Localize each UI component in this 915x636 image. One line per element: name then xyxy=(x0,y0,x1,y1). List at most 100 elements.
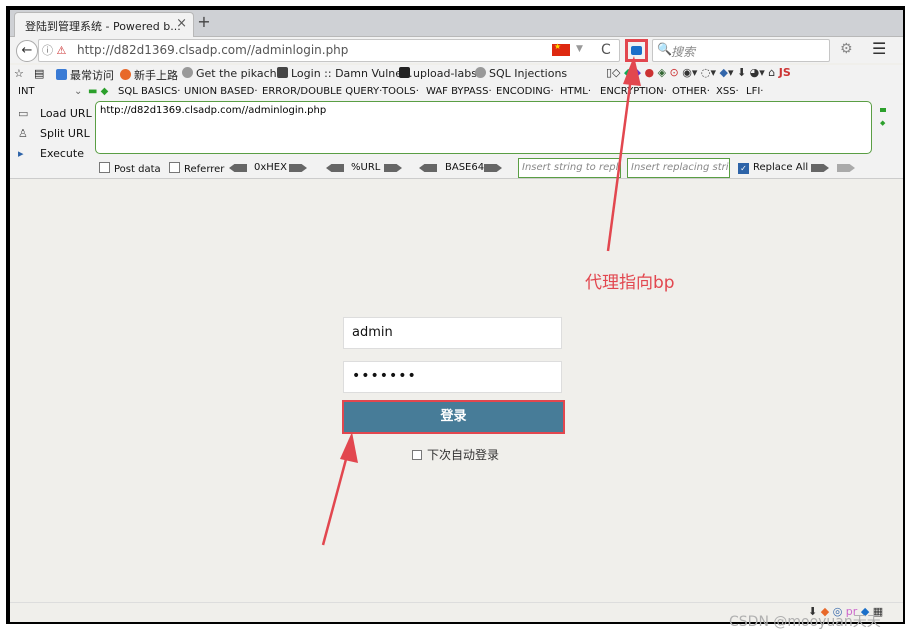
close-tab-icon[interactable]: × xyxy=(176,16,187,31)
reading-list-icon[interactable]: ▤ xyxy=(34,67,44,80)
hamburger-menu-icon[interactable]: ☰ xyxy=(872,39,886,58)
bookmark-favicon-icon xyxy=(56,69,67,80)
menu-encryption[interactable]: ENCRYPTION· xyxy=(600,86,667,97)
new-tab-button[interactable]: + xyxy=(194,12,214,31)
navigation-bar: ← ⓘ ⚠ http://d82d1369.clsadp.com//adminl… xyxy=(10,37,903,63)
proxy-toggle-button[interactable] xyxy=(625,39,648,62)
url-decode-arrow-icon[interactable] xyxy=(326,164,344,172)
green-indicator-icon: ▬ ◆ xyxy=(88,86,109,97)
base64-label: BASE64 xyxy=(445,162,485,173)
bookmark-item[interactable]: Login :: Damn Vulne... xyxy=(277,67,413,80)
bookmark-favicon-icon xyxy=(182,67,193,78)
bookmark-label: 新手上路 xyxy=(134,69,178,82)
remember-me-checkbox[interactable]: 下次自动登录 xyxy=(412,446,499,463)
bookmarks-toolbar: ☆ ▤ 最常访问 新手上路 Get the pikachu Login :: D… xyxy=(10,65,903,83)
referrer-checkbox[interactable]: Referrer xyxy=(169,162,224,175)
bookmark-favicon-icon xyxy=(399,67,410,78)
bookmark-star-icon[interactable]: ☆ xyxy=(14,67,24,80)
hackbar-side-minus-icon[interactable] xyxy=(880,108,886,112)
reload-icon[interactable]: C xyxy=(601,42,611,58)
replace-all-label: Replace All xyxy=(753,162,809,173)
bookmark-item[interactable]: SQL Injections xyxy=(475,67,567,80)
menu-encoding[interactable]: ENCODING· xyxy=(496,86,554,97)
bookmark-label: Get the pikachu xyxy=(196,67,284,80)
menu-error-double-query[interactable]: ERROR/DOUBLE QUERY· xyxy=(262,86,382,97)
int-select[interactable]: INT xyxy=(18,86,35,97)
username-input[interactable]: admin xyxy=(343,317,562,349)
annotation-proxy-label: 代理指向bp xyxy=(585,273,675,293)
login-button[interactable]: 登录 xyxy=(344,402,563,432)
menu-union-based[interactable]: UNION BASED· xyxy=(184,86,258,97)
hex-decode-arrow-icon[interactable] xyxy=(229,164,247,172)
base64-encode-arrow-icon[interactable] xyxy=(484,164,502,172)
referrer-box xyxy=(169,162,180,173)
search-input[interactable]: 🔍 搜索 xyxy=(652,39,830,62)
hackbar-url-textarea[interactable]: http://d82d1369.clsadp.com//adminlogin.p… xyxy=(95,101,872,154)
menu-other[interactable]: OTHER· xyxy=(672,86,710,97)
base64-decode-arrow-icon[interactable] xyxy=(419,164,437,172)
hex-label: 0xHEX xyxy=(254,162,287,173)
menu-sql-basics[interactable]: SQL BASICS· xyxy=(118,86,180,97)
menu-html[interactable]: HTML· xyxy=(560,86,591,97)
bookmark-item[interactable]: 最常访问 xyxy=(56,67,114,83)
menu-xss[interactable]: XSS· xyxy=(716,86,739,97)
menu-tools[interactable]: TOOLS· xyxy=(382,86,419,97)
replace-end-arrow-icon[interactable] xyxy=(837,164,855,172)
search-placeholder: 搜索 xyxy=(671,45,696,59)
execute-button[interactable]: ▸ Execute xyxy=(18,147,84,160)
execute-icon: ▸ xyxy=(18,147,24,160)
password-input[interactable]: ••••••• xyxy=(343,361,562,393)
hackbar-side-plus-icon[interactable]: ◆ xyxy=(880,119,885,127)
remember-me-box xyxy=(412,450,422,460)
split-url-label: Split URL xyxy=(40,127,90,140)
load-url-label: Load URL xyxy=(40,107,92,120)
split-url-button[interactable]: ♙ Split URL xyxy=(18,127,90,140)
replace-all-check-icon: ✓ xyxy=(738,163,749,174)
search-icon: 🔍 xyxy=(657,42,672,56)
browser-window: 登陆到管理系统 - Powered b... × + ← ⓘ ⚠ http://… xyxy=(10,10,903,622)
bookmark-item[interactable]: 新手上路 xyxy=(120,67,178,83)
url-bar[interactable]: ⓘ ⚠ http://d82d1369.clsadp.com//adminlog… xyxy=(38,39,620,62)
insert-string-input[interactable]: Insert string to replace xyxy=(518,158,621,178)
bookmark-label: upload-labs xyxy=(413,67,477,80)
bookmark-favicon-icon xyxy=(277,67,288,78)
split-url-icon: ♙ xyxy=(18,127,28,140)
dropdown-arrow-icon[interactable]: ▼ xyxy=(576,44,583,54)
proxy-icon xyxy=(631,46,642,55)
tab-strip: 登陆到管理系统 - Powered b... × + xyxy=(10,10,903,37)
hackbar-menu: INT ⌄ ▬ ◆ SQL BASICS· UNION BASED· ERROR… xyxy=(10,83,903,101)
tab-title: 登陆到管理系统 - Powered b... xyxy=(25,20,181,33)
menu-waf-bypass[interactable]: WAF BYPASS· xyxy=(426,86,492,97)
post-data-checkbox[interactable]: Post data xyxy=(99,162,161,175)
extension-toolbar-icons[interactable]: ▯◇ ◆◆ ● ◈ ⊙ ◉▾ ◌▾ ◆▾ ⬇ ◕▾ ⌂ JS xyxy=(606,66,791,79)
bookmark-label: 最常访问 xyxy=(70,69,114,82)
china-flag-icon xyxy=(552,42,570,56)
bookmark-label: Login :: Damn Vulne... xyxy=(291,67,413,80)
execute-label: Execute xyxy=(40,147,84,160)
menu-lfi[interactable]: LFI· xyxy=(746,86,763,97)
bookmark-item[interactable]: Get the pikachu xyxy=(182,67,284,80)
bookmark-item[interactable]: upload-labs xyxy=(399,67,477,80)
url-encode-label: %URL xyxy=(351,162,381,173)
load-url-button[interactable]: ▭ Load URL xyxy=(18,107,92,120)
back-button[interactable]: ← xyxy=(16,40,38,62)
url-text: http://d82d1369.clsadp.com//adminlogin.p… xyxy=(77,43,349,57)
tab-active[interactable]: 登陆到管理系统 - Powered b... × xyxy=(14,12,194,37)
replace-arrow-icon[interactable] xyxy=(811,164,829,172)
bookmark-favicon-icon xyxy=(120,69,131,80)
post-data-label: Post data xyxy=(114,164,161,175)
bookmark-favicon-icon xyxy=(475,67,486,78)
url-encode-arrow-icon[interactable] xyxy=(384,164,402,172)
settings-gear-icon[interactable]: ⚙ xyxy=(840,41,853,57)
watermark: CSDN @mooyuan天天 xyxy=(729,614,881,630)
site-info-icon[interactable]: ⓘ ⚠ xyxy=(42,42,66,58)
insert-replacing-input[interactable]: Insert replacing string xyxy=(627,158,730,178)
bookmark-label: SQL Injections xyxy=(489,67,568,80)
post-data-box xyxy=(99,162,110,173)
load-url-icon: ▭ xyxy=(18,107,29,120)
replace-all-checkbox[interactable]: ✓ Replace All xyxy=(738,162,808,174)
int-select-arrow-icon[interactable]: ⌄ xyxy=(74,86,82,97)
remember-me-label: 下次自动登录 xyxy=(427,448,500,462)
hex-encode-arrow-icon[interactable] xyxy=(289,164,307,172)
hackbar-panel: ▭ Load URL ♙ Split URL ▸ Execute http://d82… xyxy=(10,101,903,179)
